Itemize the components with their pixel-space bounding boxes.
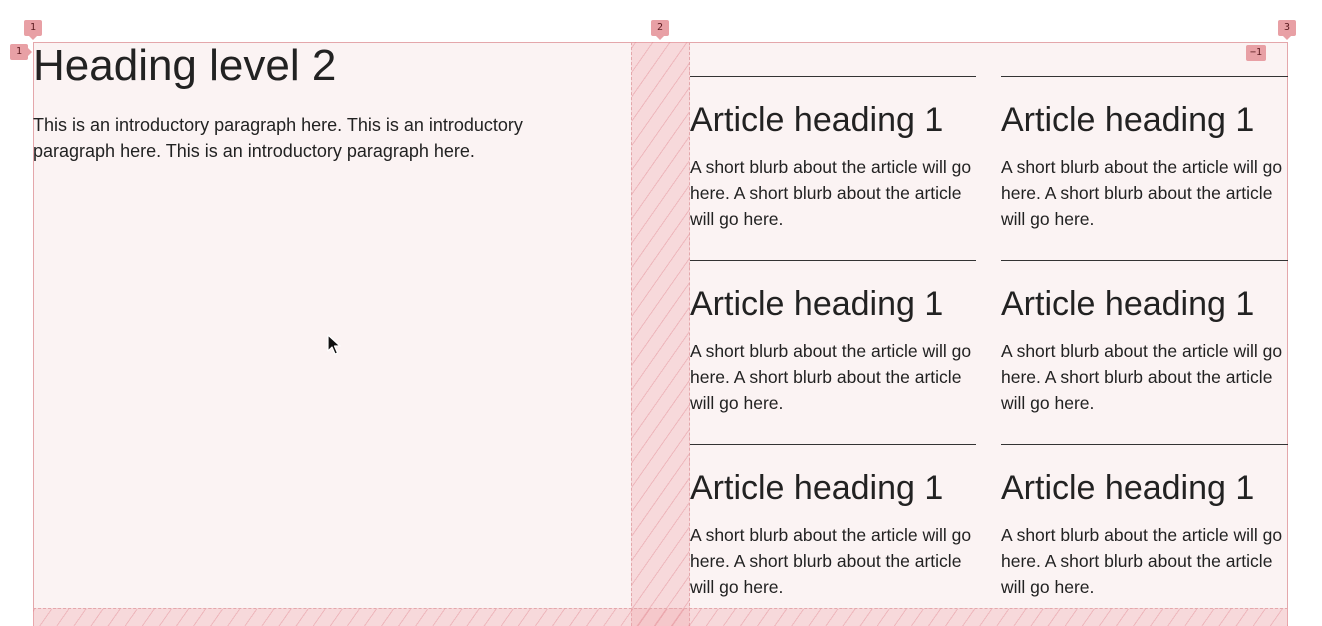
article-heading: Article heading 1 bbox=[690, 469, 944, 507]
article-heading: Article heading 1 bbox=[690, 101, 944, 139]
articles-grid: Article heading 1 A short blurb about th… bbox=[690, 76, 1288, 626]
grid-line-badge-col-3: 3 bbox=[1278, 20, 1296, 40]
article-blurb: A short blurb about the article will go … bbox=[1001, 525, 1283, 597]
grid-line-badge-row-1: 1 bbox=[10, 44, 32, 60]
article-card: Article heading 1 A short blurb about th… bbox=[690, 260, 976, 444]
article-card: Article heading 1 A short blurb about th… bbox=[690, 76, 976, 260]
article-heading: Article heading 1 bbox=[1001, 469, 1255, 507]
grid-line-badge-end: −1 bbox=[1246, 45, 1267, 61]
arrow-pointer-icon bbox=[327, 334, 341, 355]
article-blurb: A short blurb about the article will go … bbox=[1001, 341, 1283, 413]
page-stage: 1 2 3 1 −1 Heading level 2 This is an in… bbox=[0, 0, 1322, 626]
article-card: Article heading 1 A short blurb about th… bbox=[1001, 444, 1288, 626]
article-heading: Article heading 1 bbox=[690, 285, 944, 323]
article-heading: Article heading 1 bbox=[1001, 285, 1255, 323]
article-blurb: A short blurb about the article will go … bbox=[1001, 157, 1283, 229]
column-gap-overlay bbox=[631, 42, 690, 626]
article-card: Article heading 1 A short blurb about th… bbox=[690, 444, 976, 626]
grid-line-badge-col-2: 2 bbox=[651, 20, 669, 40]
intro-heading: Heading level 2 bbox=[33, 41, 337, 90]
article-blurb: A short blurb about the article will go … bbox=[690, 525, 972, 597]
article-card: Article heading 1 A short blurb about th… bbox=[1001, 76, 1288, 260]
article-card: Article heading 1 A short blurb about th… bbox=[1001, 260, 1288, 444]
intro-paragraph: This is an introductory paragraph here. … bbox=[33, 115, 523, 161]
article-heading: Article heading 1 bbox=[1001, 101, 1255, 139]
intro-section: Heading level 2 This is an introductory … bbox=[33, 42, 593, 164]
grid-line-badge-col-1: 1 bbox=[24, 20, 42, 40]
article-blurb: A short blurb about the article will go … bbox=[690, 157, 972, 229]
article-blurb: A short blurb about the article will go … bbox=[690, 341, 972, 413]
